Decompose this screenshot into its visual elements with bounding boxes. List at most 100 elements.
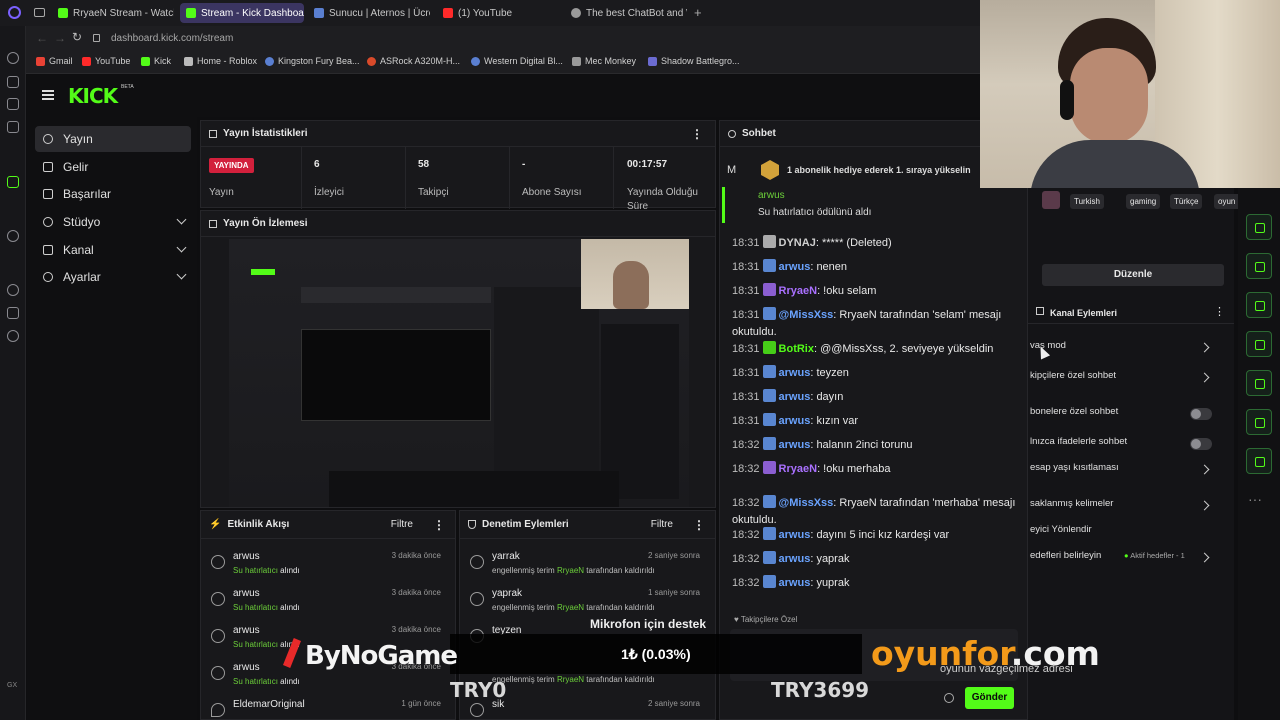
bookmark-youtube[interactable]: YouTube	[82, 56, 130, 66]
bookmark-mec-monkey[interactable]: Mec Monkey	[572, 56, 636, 66]
action-emotes-only[interactable]: lnızca ifadelerle sohbet	[1028, 434, 1234, 458]
chat-username[interactable]: RryaeN	[779, 285, 818, 297]
hamburger-menu-icon[interactable]	[42, 90, 54, 100]
address-bar: ← → ↻ dashboard.kick.com/stream	[0, 26, 980, 52]
sub-label: Abone Sayısı	[522, 187, 582, 198]
chat-username[interactable]: arwus	[779, 367, 811, 379]
tab-aternos[interactable]: Sunucu | Aternos | Ücret	[308, 3, 430, 23]
chat-username[interactable]: arwus	[779, 261, 811, 273]
chat-username[interactable]: BotRix	[779, 343, 814, 355]
chat-username[interactable]: arwus	[779, 415, 811, 427]
tab-kick-dashboard[interactable]: Stream - Kick Dashboard	[180, 3, 304, 23]
emotes-only-toggle[interactable]	[1190, 438, 1212, 450]
tag-turkce[interactable]: Türkçe	[1170, 194, 1203, 209]
more-options-icon[interactable]: ⋮	[1214, 305, 1225, 318]
chat-username[interactable]: @MissXss	[779, 309, 834, 321]
sidebar-messenger-icon[interactable]	[7, 121, 19, 133]
tool-list-icon[interactable]	[1246, 409, 1272, 435]
stats-row: YAYINDA Yayın 6 İzleyici 58 Takipçi - Ab…	[201, 147, 717, 212]
sidebar-speed-dial-icon[interactable]	[7, 52, 19, 64]
sidebar-gaming-icon[interactable]	[7, 98, 19, 110]
bookmark-western-digital[interactable]: Western Digital Bl...	[471, 56, 563, 66]
sidebar-item-ayarlar[interactable]: Ayarlar	[35, 264, 191, 290]
action-slow-mode[interactable]: vaş mod	[1028, 338, 1234, 362]
chat-username[interactable]: arwus	[779, 577, 811, 589]
sidebar-kick-icon[interactable]	[7, 176, 19, 188]
action-followers-only[interactable]: kipçilere özel sohbet	[1028, 368, 1234, 392]
chat-text: : dayın	[810, 391, 844, 403]
tool-panel-icon[interactable]	[1246, 292, 1272, 318]
bookmark-gmail[interactable]: Gmail	[36, 56, 73, 66]
sidebar-gx-icon[interactable]: GX	[7, 682, 17, 689]
tag-turkish[interactable]: Turkish	[1070, 194, 1104, 209]
sidebar-extensions-icon[interactable]	[7, 307, 19, 319]
moderation-detail: engellenmiş terim RryaeN tarafından kald…	[492, 566, 655, 575]
action-subscribers-only[interactable]: bonelere özel sohbet	[1028, 404, 1234, 428]
chat-username[interactable]: arwus	[779, 529, 811, 541]
tab-rryaen-stream[interactable]: RryaeN Stream - Watch Li	[52, 3, 174, 23]
subscribers-only-toggle[interactable]	[1190, 408, 1212, 420]
chat-username[interactable]: arwus	[779, 391, 811, 403]
tool-broadcast-icon[interactable]	[1246, 370, 1272, 396]
back-icon[interactable]: ←	[36, 31, 48, 45]
pinned-gift-text: 1 abonelik hediye ederek 1. sıraya yükse…	[787, 165, 971, 175]
bookmark-asrock[interactable]: ASRock A320M-H...	[367, 56, 460, 66]
more-options-icon[interactable]: ⋮	[691, 127, 703, 141]
moderation-header: Denetim Eylemleri Filtre ⋮	[460, 511, 715, 539]
chat-timestamp: 18:31	[732, 309, 760, 321]
reload-icon[interactable]: ↻	[72, 30, 82, 44]
stream-preview-video[interactable]	[229, 239, 689, 507]
tab-list-icon[interactable]	[34, 8, 45, 17]
chat-username[interactable]: RryaeN	[779, 463, 818, 475]
live-label: Yayın	[209, 187, 234, 198]
sidebar-item-gelir[interactable]: Gelir	[35, 154, 191, 180]
channel-actions-icon	[1036, 307, 1044, 315]
chat-username[interactable]: arwus	[779, 553, 811, 565]
sidebar-item-yayin[interactable]: Yayın	[35, 126, 191, 152]
action-raid[interactable]: eyici Yönlendir	[1028, 522, 1234, 546]
more-options-icon[interactable]: ⋮	[693, 518, 705, 532]
activity-filter-button[interactable]: Filtre	[391, 519, 413, 530]
tool-more-icon[interactable]: ···	[1248, 491, 1262, 507]
chat-panel: Sohbet M 1 abonelik hediye ederek 1. sır…	[719, 120, 1028, 720]
chat-username[interactable]: arwus	[779, 439, 811, 451]
tool-chat-icon[interactable]	[1246, 331, 1272, 357]
forward-icon[interactable]: →	[54, 31, 66, 45]
sidebar-shopping-icon[interactable]	[7, 76, 19, 88]
tab-chatbot[interactable]: The best ChatBot and W	[565, 3, 687, 23]
bookmark-kingston[interactable]: Kingston Fury Bea...	[265, 56, 360, 66]
action-banned-words[interactable]: saklanmış kelimeler	[1028, 496, 1234, 520]
sidebar-settings-icon[interactable]	[7, 330, 19, 342]
sidebar-item-studyo[interactable]: Stüdyo	[35, 209, 191, 235]
heart-icon: ♥	[734, 615, 741, 624]
tag-gaming[interactable]: gaming	[1126, 194, 1161, 209]
url-field[interactable]: dashboard.kick.com/stream	[111, 33, 233, 44]
chat-text: : !oku merhaba	[817, 463, 891, 475]
tag-oyun[interactable]: oyun	[1214, 194, 1240, 209]
action-account-age[interactable]: esap yaşı kısıtlaması	[1028, 460, 1234, 484]
new-tab-icon[interactable]: +	[694, 5, 702, 20]
sidebar-play-icon[interactable]	[7, 230, 19, 242]
chat-username[interactable]: @MissXss	[779, 497, 834, 509]
more-options-icon[interactable]: ⋮	[433, 518, 445, 532]
tab-youtube[interactable]: (1) YouTube	[437, 3, 559, 23]
chat-username[interactable]: DYNAJ	[779, 237, 816, 249]
chat-settings-icon[interactable]	[944, 693, 954, 703]
chat-timestamp: 18:31	[732, 391, 760, 403]
tool-capture-icon[interactable]	[1246, 214, 1272, 240]
action-set-goals[interactable]: edefleri belirleyin ● Aktif hedefler - 1	[1028, 548, 1234, 572]
bookmark-kick[interactable]: Kick	[141, 56, 171, 66]
moderation-filter-button[interactable]: Filtre	[651, 519, 673, 530]
sidebar-history-icon[interactable]	[7, 284, 19, 296]
sidebar-item-basarilar[interactable]: Başarılar	[35, 181, 191, 207]
tool-bolt-icon[interactable]	[1246, 253, 1272, 279]
user-badge-icon	[762, 575, 776, 588]
sidebar-item-kanal[interactable]: Kanal	[35, 237, 191, 263]
bookmark-shadow-battlegrounds[interactable]: Shadow Battlegro...	[648, 56, 740, 66]
chat-send-button[interactable]: Gönder	[965, 687, 1014, 709]
edit-stream-info-button[interactable]: Düzenle	[1042, 264, 1224, 286]
reward-icon	[211, 555, 225, 569]
kick-logo[interactable]: KICK	[68, 84, 118, 108]
tool-wrench-icon[interactable]	[1246, 448, 1272, 474]
bookmark-roblox[interactable]: Home - Roblox	[184, 56, 257, 66]
